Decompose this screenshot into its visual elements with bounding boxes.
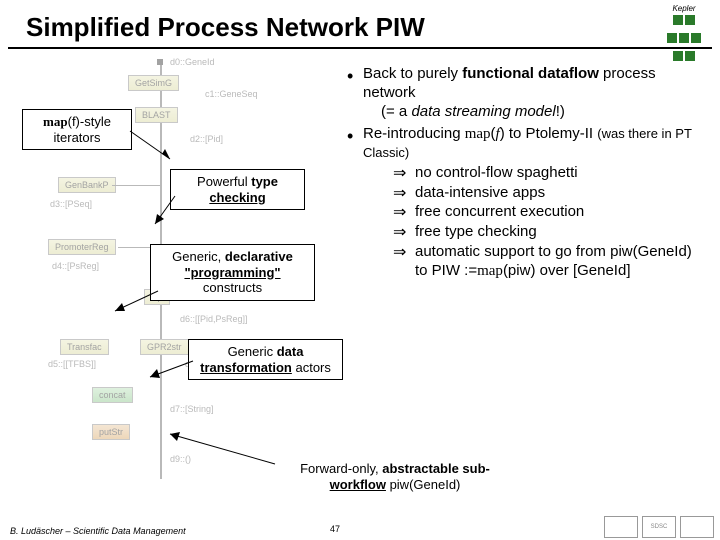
leader-arrow [150,194,200,234]
footer-logos: SDSC [604,516,714,538]
leader-arrow [120,129,180,169]
leader-arrow [165,429,285,469]
callout-data-transformation: Generic data transformation actors [188,339,343,380]
footer-logo-sdsc: SDSC [642,516,676,538]
sub-data-intensive: data-intensive apps [393,184,705,203]
bullet-list: Back to purely functional dataflow proce… [345,65,705,284]
callout-forward-only: Forward-only, abstractable sub- workflow… [250,457,540,496]
slide-title: Simplified Process Network PIW [0,0,720,47]
sub-automatic-support: automatic support to go from piw(GeneId)… [393,243,705,281]
sub-no-spaghetti: no control-flow spaghetti [393,164,705,183]
sub-type-checking: free type checking [393,223,705,242]
footer-logo-3 [680,516,714,538]
kepler-logo: Kepler [656,4,712,48]
callout-declarative-constructs: Generic, declarative "programming" const… [150,244,315,301]
callout-map-iterators: map(f)-style iterators [22,109,132,150]
footer-logo-1 [604,516,638,538]
bullet-functional-dataflow: Back to purely functional dataflow proce… [345,65,705,121]
page-number: 47 [330,524,340,534]
bullet-reintroducing-map: Re-introducing map(f) to Ptolemy-II (was… [345,125,705,280]
sub-concurrent: free concurrent execution [393,203,705,222]
leader-arrow [110,289,170,319]
leader-arrow [145,359,205,389]
footer-credit: B. Ludäscher – Scientific Data Managemen… [10,526,186,536]
